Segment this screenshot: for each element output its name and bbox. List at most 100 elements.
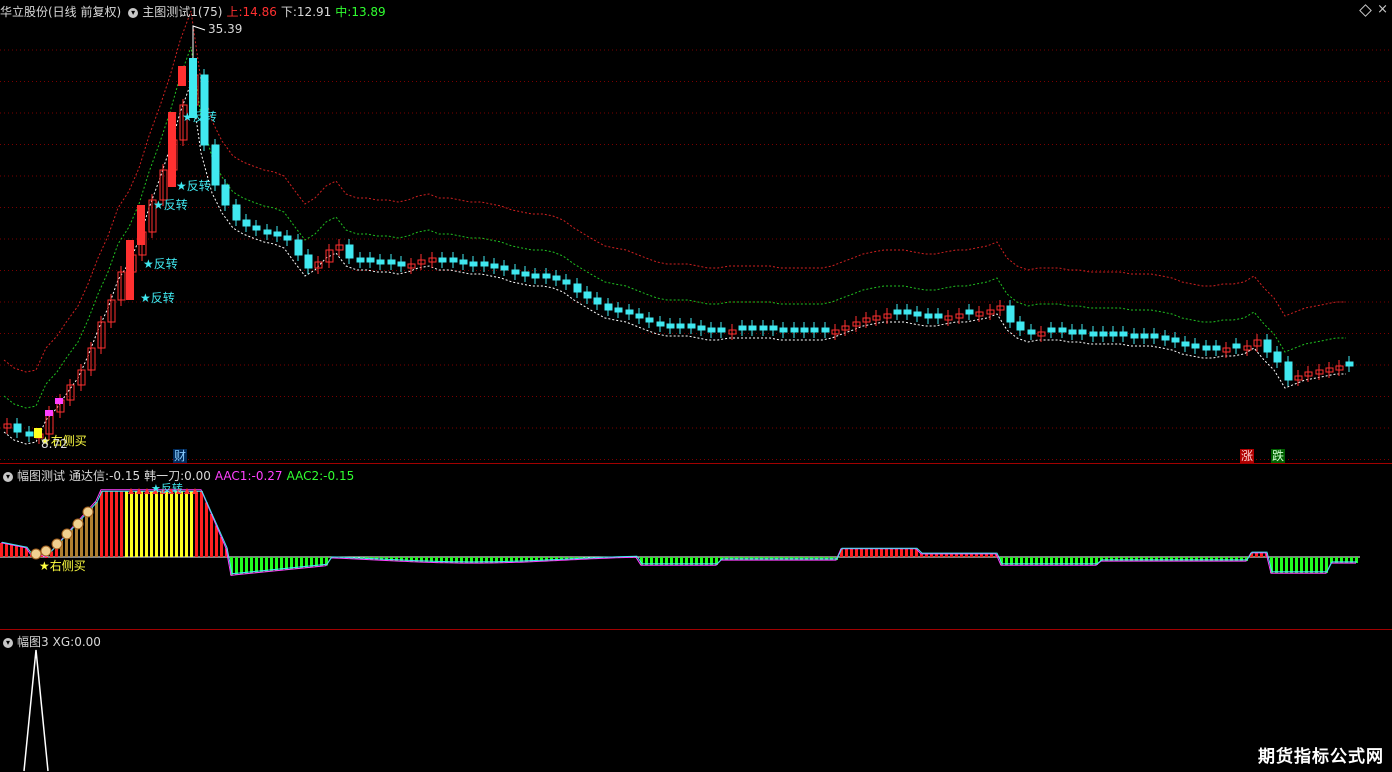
histogram-bar — [1180, 557, 1183, 561]
histogram-bar — [975, 554, 978, 557]
histogram-chart[interactable] — [0, 464, 1392, 630]
right-buy-label: ★右侧买 — [39, 559, 86, 573]
histogram-bar — [1305, 557, 1308, 573]
indicator-menu-icon[interactable]: ▾ — [128, 7, 139, 18]
histogram-bar — [1300, 557, 1303, 573]
candle-body — [263, 229, 272, 235]
candle-body — [1016, 321, 1025, 331]
histogram-bar — [920, 554, 923, 557]
candle-body — [232, 204, 241, 221]
candle-body — [903, 309, 912, 315]
candle-body — [273, 231, 282, 237]
histogram-bar — [950, 554, 953, 557]
aac1-value: -0.27 — [251, 469, 283, 483]
histogram-bar — [200, 491, 203, 557]
histogram-bar — [205, 502, 208, 557]
candle-body — [1171, 337, 1180, 343]
signal-spike — [23, 649, 49, 772]
xg-label: XG: — [52, 635, 75, 649]
histogram-bar — [140, 491, 143, 557]
candle-body — [1345, 361, 1354, 367]
histogram-bar — [885, 549, 888, 557]
candle-body — [1078, 329, 1087, 335]
coin-icon — [61, 528, 73, 540]
histogram-bar — [240, 557, 243, 574]
histogram-bar — [1105, 557, 1108, 561]
histogram-bar — [110, 491, 113, 557]
indicator-name[interactable]: 主图测试1(75) — [142, 5, 222, 19]
candle-body — [211, 144, 220, 186]
histogram-bar — [1160, 557, 1163, 561]
coin-icon — [72, 518, 84, 530]
histogram-bar — [880, 549, 883, 557]
upper-label: 上: — [226, 5, 243, 19]
candle-body — [521, 271, 530, 277]
indicator-menu-icon[interactable]: ▾ — [3, 637, 13, 648]
histogram-bar — [1215, 557, 1218, 561]
sub-chart-pane-1[interactable]: ▾ 幅图测试 通达信:-0.15 韩一刀:0.00 AAC1:-0.27 AAC2:-0.… — [0, 463, 1392, 630]
candle-body — [934, 313, 943, 319]
sub-chart-pane-2[interactable]: ▾ 幅图3 XG:0.00 — [0, 629, 1392, 772]
rise-tag[interactable]: 涨 — [1240, 449, 1255, 463]
histogram-bar — [185, 491, 188, 557]
candle-body — [562, 279, 571, 285]
histogram-bar — [910, 549, 913, 557]
indicator-menu-icon[interactable]: ▾ — [3, 471, 13, 482]
candle-body — [252, 225, 261, 231]
histogram-bar — [1255, 553, 1258, 557]
candle-body — [593, 297, 602, 305]
candle-body — [707, 327, 716, 333]
candle-body — [294, 239, 303, 256]
histogram-bar — [1145, 557, 1148, 561]
histogram-bar — [175, 491, 178, 557]
histogram-bar — [1315, 557, 1318, 573]
candle-body — [449, 257, 458, 263]
reversal-label: ★反转 — [182, 109, 217, 124]
signal-chart[interactable] — [0, 630, 1392, 772]
coin-icon — [30, 548, 42, 560]
histogram-bar — [255, 557, 258, 573]
candle-body — [1006, 305, 1015, 323]
candle-body — [1263, 339, 1272, 353]
histogram-bar — [905, 549, 908, 557]
histogram-bar — [980, 554, 983, 557]
candle-body — [573, 283, 582, 293]
histogram-bar — [20, 547, 23, 557]
candle-body-highlight — [126, 240, 134, 300]
histogram-bar — [95, 502, 98, 557]
main-chart-pane[interactable]: 华立股份(日线 前复权) ▾ 主图测试1(75) 上:14.86 下:12.91 中:13… — [0, 0, 1392, 463]
histogram-bar — [145, 491, 148, 557]
candle-body — [1089, 331, 1098, 337]
high-price-label: 35.39 — [208, 22, 243, 36]
overlap-label: ★反转 — [151, 482, 183, 495]
histogram-bar — [180, 491, 183, 557]
histogram-bar — [165, 491, 168, 557]
histogram-bar — [150, 491, 153, 557]
histogram-bar — [1155, 557, 1158, 561]
histogram-bar — [1240, 557, 1243, 561]
candle-body — [438, 257, 447, 263]
sub2-name[interactable]: 幅图3 — [17, 635, 49, 649]
candle-body — [625, 309, 634, 315]
finance-tag[interactable]: 财 — [173, 449, 188, 463]
histogram-bar — [1165, 557, 1168, 561]
mid-label: 中: — [335, 5, 352, 19]
histogram-bar — [960, 554, 963, 557]
candle-body — [583, 291, 592, 299]
histogram-bar — [925, 554, 928, 557]
candlestick-chart[interactable]: ★反转★反转★反转★反转★反转★右侧买 — [0, 0, 1392, 463]
candle-body — [635, 313, 644, 319]
histogram-bar — [385, 557, 388, 561]
stock-title: 华立股份(日线 前复权) — [0, 5, 122, 19]
candle-body — [924, 313, 933, 319]
candle-body — [480, 261, 489, 267]
candle-body — [1027, 329, 1036, 335]
histogram-bar — [1195, 557, 1198, 561]
fall-tag[interactable]: 跌 — [1271, 449, 1286, 463]
sub1-name[interactable]: 幅图测试 — [17, 469, 65, 483]
reversal-label: ★反转 — [140, 290, 175, 305]
lower-label: 下: — [280, 5, 297, 19]
candle-body-highlight — [178, 66, 186, 86]
histogram-bar — [875, 549, 878, 557]
candle-body — [1191, 343, 1200, 349]
